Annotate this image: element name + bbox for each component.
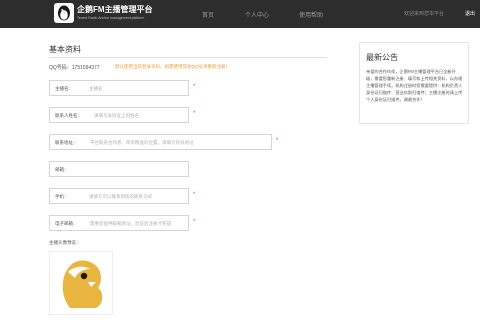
welcome-user-text: 欢迎来到您本平台 [404,11,445,17]
brand-subtitle: Tecent Radio Anchor management platform [77,16,145,20]
field-label: 联系人姓名： [55,113,82,118]
electronic-email-field: 电子邮箱： [49,215,189,231]
contact-name-field: 联系人姓名： [49,107,189,123]
anchor-name-input[interactable] [79,83,186,93]
logout-link[interactable]: 退出 [465,10,475,17]
email-field: 邮箱： [49,161,189,177]
notice-text: 亲爱的合作伙伴，企鹅FM主播管理平台已全新升级，需要您重新注册、填写和上传相关资… [366,69,463,102]
required-mark: * [193,192,196,198]
penguin-logo-icon[interactable] [54,3,74,23]
nav-item-home[interactable]: 首页 [202,10,214,19]
field-label: 联系地址： [55,140,78,145]
notice-panel: 最新公告 亲爱的合作伙伴，企鹅FM主播管理平台已全新升级，需要您重新注册、填写和… [359,42,469,124]
section-divider [49,57,327,58]
electronic-email-input[interactable] [80,218,186,228]
contact-address-field: 联系地址： [49,134,272,150]
contact-address-input[interactable] [80,137,269,147]
brand-title: 企鹅FM主播管理平台 [77,5,153,14]
section-title: 基本资料 [49,45,81,54]
top-navigation-bar: 企鹅FM主播管理平台 Tecent Radio Anchor managemen… [0,0,480,28]
nav-item-help[interactable]: 使用帮助 [299,10,323,19]
avatar-preview-label: 主播头像预览： [49,240,81,245]
contact-name-input[interactable] [84,110,186,120]
email-input[interactable] [79,164,186,174]
field-label: 邮箱： [55,167,69,172]
field-label: 手机： [55,194,69,199]
penguin-avatar-icon [49,251,113,315]
phone-input[interactable] [79,191,186,201]
phone-field: 手机： [49,188,189,204]
required-mark: * [193,219,196,225]
qq-number: QQ号码：1751594377 [49,65,100,71]
nav-item-personal-center[interactable]: 个人中心 [245,10,269,19]
notice-title: 最新公告 [366,53,398,62]
field-label: 主播名： [55,86,73,91]
required-mark: * [193,111,196,117]
field-label: 电子邮箱： [55,221,78,226]
required-mark: * [193,84,196,90]
required-mark: * [276,138,279,144]
qq-warning: 默认使用当前登录号码，如需使用其他QQ号请重新注册！ [115,64,230,69]
anchor-name-field: 主播名： [49,80,189,96]
